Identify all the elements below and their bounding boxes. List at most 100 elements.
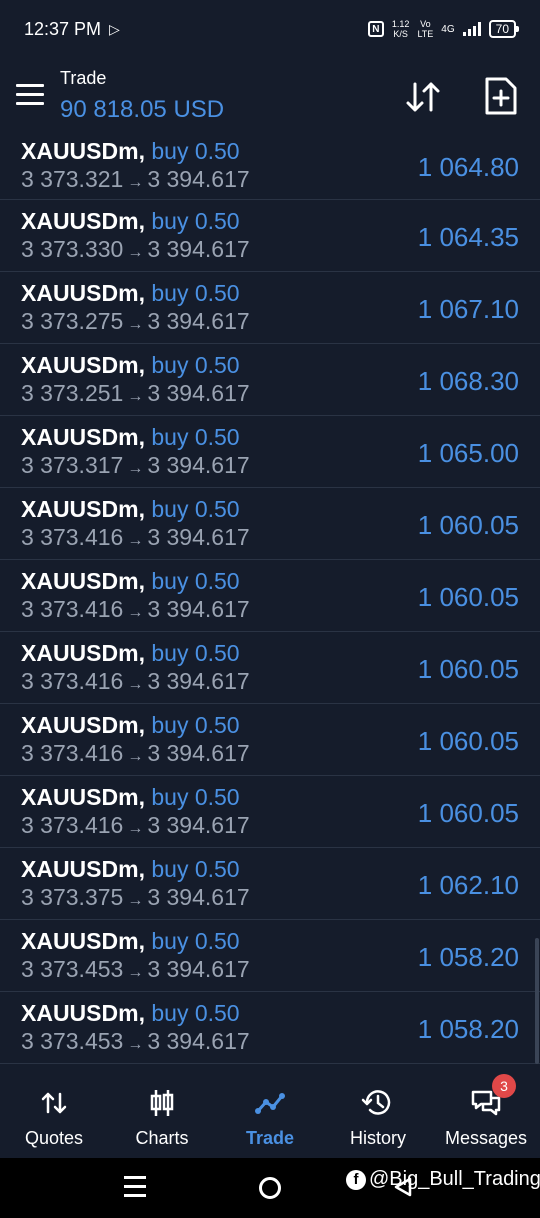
volte-top: Vo	[420, 19, 431, 29]
trade-symbol: XAUUSDm,	[21, 928, 145, 954]
open-price: 3 373.416	[21, 668, 124, 694]
home-icon[interactable]	[259, 1177, 281, 1199]
trade-row[interactable]: XAUUSDm, buy 0.50 3 373.317 → 3 394.617 1 …	[0, 416, 540, 488]
current-price: 3 394.617	[147, 884, 250, 910]
trade-prices: 3 373.317 → 3 394.617	[21, 452, 250, 479]
nav-label: Quotes	[24, 1128, 84, 1148]
trade-side: buy 0.50	[151, 784, 240, 810]
trade-row[interactable]: XAUUSDm, buy 0.50 3 373.330 → 3 394.617 1 …	[0, 200, 540, 272]
trade-side: buy 0.50	[151, 138, 240, 164]
network-type: 4G	[441, 23, 455, 35]
trade-row[interactable]: XAUUSDm, buy 0.50 3 373.251 → 3 394.617 1 …	[0, 344, 540, 416]
price-arrow: →	[127, 460, 144, 477]
price-arrow: →	[127, 748, 144, 765]
trade-title: XAUUSDm, buy 0.50	[21, 352, 240, 379]
trade-symbol: XAUUSDm,	[21, 856, 145, 882]
trade-prices: 3 373.416 → 3 394.617	[21, 668, 250, 695]
trade-row[interactable]: XAUUSDm, buy 0.50 3 373.416 → 3 394.617 1 …	[0, 560, 540, 632]
nav-label: Trade	[245, 1128, 295, 1148]
trade-title: XAUUSDm, buy 0.50	[21, 1000, 240, 1027]
trade-title: XAUUSDm, buy 0.50	[21, 928, 240, 955]
current-price: 3 394.617	[147, 524, 250, 550]
volte-indicator: Vo LTE	[417, 19, 433, 39]
trade-symbol: XAUUSDm,	[21, 496, 145, 522]
watermark-text: @Big_Bull_Trading)	[369, 1168, 540, 1190]
trade-symbol: XAUUSDm,	[21, 712, 145, 738]
current-price: 3 394.617	[147, 380, 250, 406]
trade-profit: 1 064.80	[417, 152, 519, 182]
trade-symbol: XAUUSDm,	[21, 424, 145, 450]
nav-messages[interactable]: 3 Messages	[432, 1066, 540, 1158]
trade-profit: 1 068.30	[417, 366, 519, 396]
nav-label: Charts	[135, 1128, 189, 1148]
trade-symbol: XAUUSDm,	[21, 138, 145, 164]
trade-profit: 1 060.05	[417, 798, 519, 828]
price-arrow: →	[127, 174, 144, 191]
open-price: 3 373.330	[21, 236, 124, 262]
trade-symbol: XAUUSDm,	[21, 1000, 145, 1026]
current-price: 3 394.617	[147, 812, 250, 838]
trade-row[interactable]: XAUUSDm, buy 0.50 3 373.416 → 3 394.617 1 …	[0, 776, 540, 848]
trade-row[interactable]: XAUUSDm, buy 0.50 3 373.321 → 3 394.617 1 …	[0, 136, 540, 200]
price-arrow: →	[127, 964, 144, 981]
price-arrow: →	[127, 892, 144, 909]
trade-profit: 1 060.05	[417, 582, 519, 612]
nfc-icon: N	[367, 21, 384, 37]
trade-profit: 1 065.00	[417, 438, 519, 468]
current-price: 3 394.617	[147, 166, 250, 192]
trade-prices: 3 373.416 → 3 394.617	[21, 524, 250, 551]
current-price: 3 394.617	[147, 596, 250, 622]
new-order-icon[interactable]	[484, 76, 518, 116]
open-price: 3 373.416	[21, 740, 124, 766]
price-arrow: →	[127, 604, 144, 621]
trade-prices: 3 373.375 → 3 394.617	[21, 884, 250, 911]
trade-title: XAUUSDm, buy 0.50	[21, 496, 240, 523]
trade-profit: 1 060.05	[417, 654, 519, 684]
trade-row[interactable]: XAUUSDm, buy 0.50 3 373.375 → 3 394.617 1 …	[0, 848, 540, 920]
account-balance: 90 818.05 USD	[60, 96, 225, 123]
status-time: 12:37 PM	[24, 18, 102, 39]
trade-row[interactable]: XAUUSDm, buy 0.50 3 373.416 → 3 394.617 1 …	[0, 632, 540, 704]
open-price: 3 373.251	[21, 380, 124, 406]
price-arrow: →	[127, 532, 144, 549]
trade-symbol: XAUUSDm,	[21, 640, 145, 666]
trade-title: XAUUSDm, buy 0.50	[21, 712, 240, 739]
current-price: 3 394.617	[147, 956, 250, 982]
open-price: 3 373.375	[21, 884, 124, 910]
trade-row[interactable]: XAUUSDm, buy 0.50 3 373.453 → 3 394.617 1 …	[0, 920, 540, 992]
system-nav-bar: f @Big_Bull_Trading)	[0, 1158, 540, 1218]
network-speed-unit: K/S	[393, 29, 408, 39]
nav-history[interactable]: History	[324, 1066, 432, 1158]
trade-prices: 3 373.416 → 3 394.617	[21, 596, 250, 623]
recent-apps-icon[interactable]	[124, 1176, 146, 1198]
trade-row[interactable]: XAUUSDm, buy 0.50 3 373.416 → 3 394.617 1 …	[0, 704, 540, 776]
trade-title: XAUUSDm, buy 0.50	[21, 424, 240, 451]
trade-row[interactable]: XAUUSDm, buy 0.50 3 373.416 → 3 394.617 1 …	[0, 488, 540, 560]
nav-trade[interactable]: Trade	[216, 1066, 324, 1158]
trade-side: buy 0.50	[151, 496, 240, 522]
nav-quotes[interactable]: Quotes	[0, 1066, 108, 1158]
trade-side: buy 0.50	[151, 712, 240, 738]
open-price: 3 373.416	[21, 524, 124, 550]
open-price: 3 373.453	[21, 1028, 124, 1054]
trade-row[interactable]: XAUUSDm, buy 0.50 3 373.453 → 3 394.617 1 …	[0, 992, 540, 1064]
facebook-icon: f	[346, 1169, 366, 1190]
nav-label: History	[349, 1128, 406, 1148]
price-arrow: →	[127, 316, 144, 333]
trade-prices: 3 373.453 → 3 394.617	[21, 956, 250, 983]
trade-row[interactable]: XAUUSDm, buy 0.50 3 373.275 → 3 394.617 1 …	[0, 272, 540, 344]
price-arrow: →	[127, 820, 144, 837]
menu-icon[interactable]	[16, 84, 44, 106]
price-arrow: →	[127, 244, 144, 261]
bottom-nav: Quotes Charts Trade History 3 Messages	[0, 1066, 540, 1158]
nav-charts[interactable]: Charts	[108, 1066, 216, 1158]
sort-icon[interactable]	[404, 78, 442, 116]
price-arrow: →	[127, 1036, 144, 1053]
trade-side: buy 0.50	[151, 856, 240, 882]
trade-side: buy 0.50	[151, 568, 240, 594]
play-store-icon: ▷	[109, 20, 120, 37]
network-speed: 1.12 K/S	[392, 19, 410, 39]
trade-symbol: XAUUSDm,	[21, 208, 145, 234]
scrollbar[interactable]	[535, 938, 539, 1064]
trade-side: buy 0.50	[151, 208, 240, 234]
